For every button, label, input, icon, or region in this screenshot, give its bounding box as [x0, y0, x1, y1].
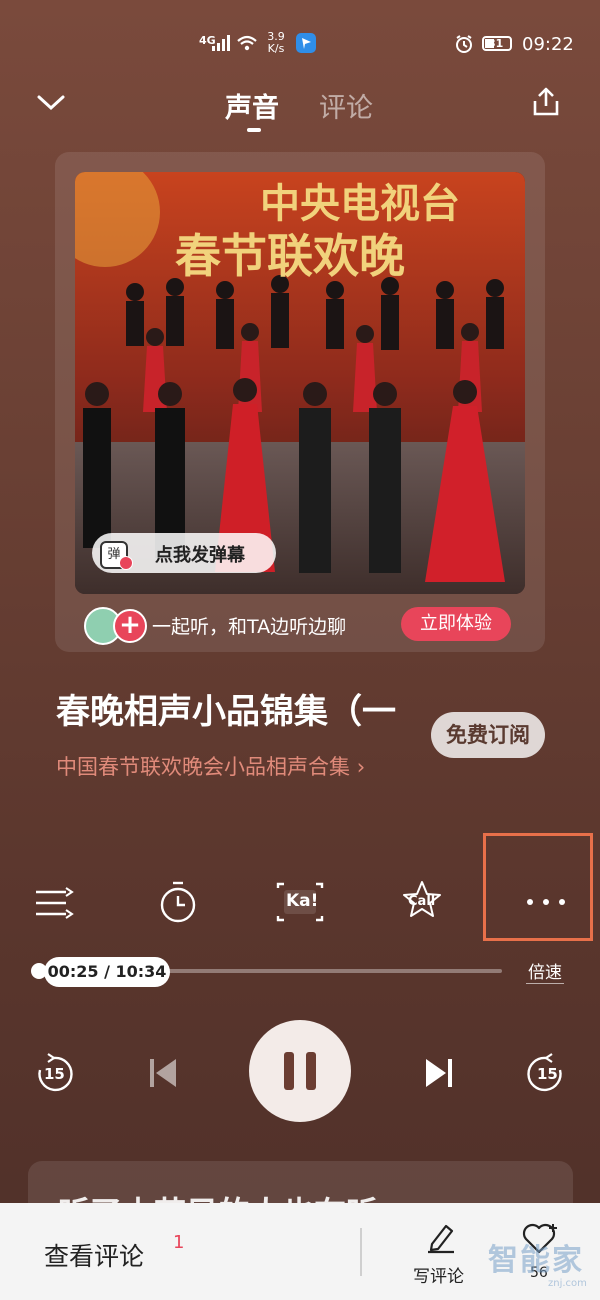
write-comment-button[interactable]: 写评论 [413, 1262, 464, 1287]
signal-icon [212, 35, 230, 51]
cover-text-line1: 中央电视台 [260, 181, 460, 227]
track-title: 春晚相声小品锦集（一 [56, 692, 396, 732]
subscribe-button[interactable]: 免费订阅 [431, 712, 545, 758]
highlight-box [483, 833, 593, 941]
chevron-down-icon[interactable] [36, 92, 66, 112]
pencil-icon[interactable] [424, 1220, 458, 1254]
net-speed: 3.9 K/s [262, 31, 290, 55]
album-name: 中国春节联欢晚会小品相声合集 [56, 755, 350, 779]
call-icon[interactable]: Call [392, 872, 452, 932]
call-label: Call [408, 894, 436, 909]
timer-icon[interactable] [148, 872, 208, 932]
pause-icon [284, 1052, 316, 1090]
cover-text-line2: 春节联欢晚 [175, 229, 405, 283]
battery-icon: 31 [482, 36, 512, 51]
next-icon[interactable] [420, 1053, 456, 1093]
pause-button[interactable] [249, 1020, 351, 1122]
danmu-badge-icon [119, 556, 133, 570]
album-link[interactable]: 中国春节联欢晚会小品相声合集 › [56, 751, 365, 781]
net-speed-unit: K/s [267, 42, 285, 55]
app-notification-icon [296, 33, 316, 53]
listen-together-text: 一起听，和TA边听边聊 [152, 616, 347, 638]
time-display: 00:25 / 10:34 [44, 957, 170, 987]
cover-illustration: 中央电视台 春节联欢晚 [75, 172, 525, 594]
previous-icon[interactable] [146, 1053, 182, 1093]
share-icon[interactable] [530, 86, 562, 118]
comment-count: 1 [173, 1232, 185, 1253]
active-tab-indicator [247, 128, 261, 132]
battery-level: 31 [488, 37, 504, 50]
karaoke-icon[interactable]: Ka! [270, 872, 330, 932]
chevron-right-icon: › [356, 755, 366, 779]
tab-comments[interactable]: 评论 [319, 86, 373, 125]
wifi-icon [237, 35, 257, 51]
divider [360, 1228, 362, 1276]
forward-seconds: 15 [537, 1065, 558, 1083]
watermark-sub: znj.com [548, 1278, 587, 1289]
playlist-icon[interactable] [24, 872, 84, 932]
clock: 09:22 [522, 34, 574, 55]
plus-icon[interactable]: + [113, 609, 147, 643]
tab-sound[interactable]: 声音 [225, 86, 279, 125]
karaoke-label: Ka! [286, 891, 319, 911]
status-bar: 4G 3.9 K/s 31 09:22 [0, 0, 600, 90]
alarm-icon [456, 35, 472, 53]
watermark: 智能家 [488, 1243, 584, 1278]
view-comments-button[interactable]: 查看评论 [44, 1237, 144, 1273]
playback-speed-button[interactable]: 倍速 [526, 958, 564, 984]
forward-15-button[interactable]: 15 [522, 1050, 570, 1098]
rewind-15-button[interactable]: 15 [30, 1050, 78, 1098]
danmu-label: 点我发弹幕 [155, 545, 245, 566]
rewind-seconds: 15 [44, 1065, 65, 1083]
try-now-button[interactable]: 立即体验 [401, 607, 511, 641]
cover-image[interactable]: 中央电视台 春节联欢晚 [75, 172, 525, 594]
